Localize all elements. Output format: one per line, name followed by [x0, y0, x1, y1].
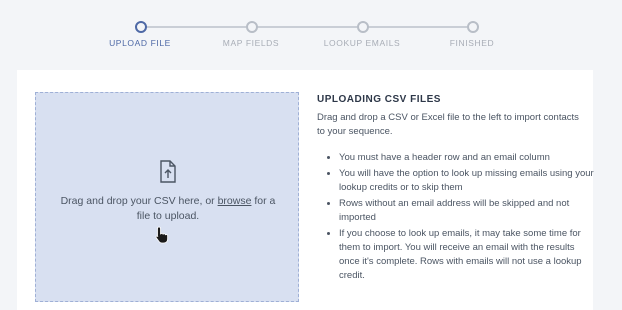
- info-bullet: You will have the option to look up miss…: [339, 167, 594, 195]
- info-description: Drag and drop a CSV or Excel file to the…: [317, 112, 579, 137]
- file-upload-icon: [160, 160, 176, 183]
- step-dot-finished: [467, 21, 479, 33]
- step-label-map-fields: MAP FIELDS: [222, 38, 280, 48]
- info-bullet-list: You must have a header row and an email …: [327, 151, 594, 285]
- step-dot-lookup-emails: [357, 21, 369, 33]
- step-dot-upload-file: [135, 21, 147, 33]
- dropzone-text-before: Drag and drop your CSV here, or: [60, 195, 218, 207]
- stepper-connector: [144, 26, 246, 28]
- stepper-connector: [256, 26, 357, 28]
- stepper-connector: [367, 26, 467, 28]
- step-label-lookup-emails: LOOKUP EMAILS: [323, 38, 401, 48]
- step-dot-map-fields: [246, 21, 258, 33]
- progress-stepper: UPLOAD FILE MAP FIELDS LOOKUP EMAILS FIN…: [0, 0, 622, 70]
- info-bullet: If you choose to look up emails, it may …: [339, 227, 594, 283]
- info-bullet: You must have a header row and an email …: [339, 151, 594, 165]
- dropzone-instructions: Drag and drop your CSV here, or browse f…: [56, 194, 280, 224]
- info-bullet: Rows without an email address will be sk…: [339, 197, 594, 225]
- step-label-upload-file: UPLOAD FILE: [109, 38, 171, 48]
- pointer-cursor-icon: [155, 226, 168, 244]
- info-title: UPLOADING CSV FILES: [317, 94, 441, 105]
- browse-link[interactable]: browse: [218, 195, 252, 207]
- step-label-finished: FINISHED: [449, 38, 495, 48]
